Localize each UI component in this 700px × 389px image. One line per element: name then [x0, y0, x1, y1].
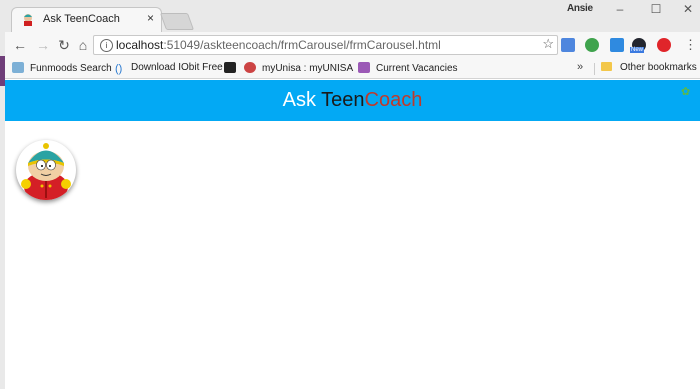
tab-title: Ask TeenCoach	[43, 13, 120, 25]
cartman-avatar-image	[21, 143, 71, 200]
home-icon[interactable]: ⌂	[74, 37, 92, 53]
bookmark-star-icon[interactable]: ☆	[542, 36, 554, 52]
minimize-icon[interactable]: –	[610, 2, 630, 16]
iobit-icon: ()	[115, 63, 123, 75]
url-text[interactable]: localhost:51049/askteencoach/frmCarousel…	[116, 38, 441, 52]
other-bookmarks-label: Other bookmarks	[620, 62, 697, 73]
cartman-avatar[interactable]	[16, 140, 76, 200]
new-badge: New	[630, 47, 645, 53]
browser-tab-active[interactable]: Ask TeenCoach ×	[11, 7, 162, 32]
url-host: localhost	[116, 38, 164, 52]
brand-coach: Coach	[364, 89, 423, 111]
bookmark-current-vacancies[interactable]: Current Vacancies	[358, 62, 458, 74]
profile-name[interactable]: Ansie	[567, 3, 593, 14]
bookmark-iobit[interactable]: () Download IObit Free	[115, 62, 223, 75]
folder-icon	[601, 62, 612, 71]
back-arrow-icon[interactable]: ←	[11, 37, 29, 53]
maximize-icon[interactable]: ☐	[646, 2, 666, 16]
forward-arrow-icon[interactable]: →	[34, 37, 52, 53]
bookmark-funmoods[interactable]: Funmoods Search	[12, 62, 112, 74]
bookmark-label: myUnisa : myUNISA	[262, 63, 354, 74]
browser-window: Ask TeenCoach × Ansie – ☐ ✕ ← → ↻ ⌂ i lo…	[5, 0, 700, 389]
bookmark-label: Current Vacancies	[376, 63, 458, 74]
bookmark-cartoon-network[interactable]	[224, 62, 242, 74]
app-brand-title: Ask TeenCoach	[5, 89, 700, 112]
settings-gear-icon[interactable]: ✿	[681, 85, 690, 98]
bookmarks-bar: Funmoods Search () Download IObit Free my…	[5, 59, 700, 79]
bookmark-label: Download IObit Free	[131, 62, 223, 73]
other-bookmarks-folder[interactable]: Other bookmarks	[601, 62, 697, 73]
window-close-icon[interactable]: ✕	[678, 2, 698, 16]
new-tab-button[interactable]	[159, 13, 195, 30]
translate-extension-icon[interactable]	[561, 38, 575, 52]
tab-close-icon[interactable]: ×	[147, 11, 154, 25]
funmoods-icon	[12, 62, 24, 73]
browser-toolbar: ← → ↻ ⌂ i localhost:51049/askteencoach/f…	[5, 32, 700, 59]
unisa-icon	[244, 62, 256, 73]
cartoon-network-icon	[224, 62, 236, 73]
speed-dial-extension-icon[interactable]: New	[630, 38, 646, 53]
url-path: :51049/askteencoach/frmCarousel/frmCarou…	[163, 38, 441, 52]
site-info-icon[interactable]: i	[100, 39, 113, 52]
reload-icon[interactable]: ↻	[55, 37, 73, 54]
bookmark-label: Funmoods Search	[30, 63, 112, 74]
bookmarks-divider	[594, 63, 595, 75]
more-bookmarks-chevron[interactable]: »	[577, 61, 583, 73]
vacancies-icon	[358, 62, 370, 73]
checkmark-extension-icon[interactable]	[585, 38, 599, 52]
bookmark-myunisa[interactable]: myUnisa : myUNISA	[244, 62, 353, 74]
address-bar[interactable]: i localhost:51049/askteencoach/frmCarous…	[93, 35, 558, 55]
screen-capture-extension-icon[interactable]	[610, 38, 624, 52]
tab-strip: Ask TeenCoach × Ansie – ☐ ✕	[5, 0, 700, 32]
brand-teen: Teen	[321, 89, 365, 111]
app-header: Ask TeenCoach ✿	[5, 80, 700, 121]
browser-menu-icon[interactable]: ⋮	[684, 37, 697, 53]
cartman-favicon-icon	[24, 14, 32, 26]
opera-extension-icon[interactable]	[657, 38, 671, 52]
brand-ask: Ask	[282, 89, 322, 111]
